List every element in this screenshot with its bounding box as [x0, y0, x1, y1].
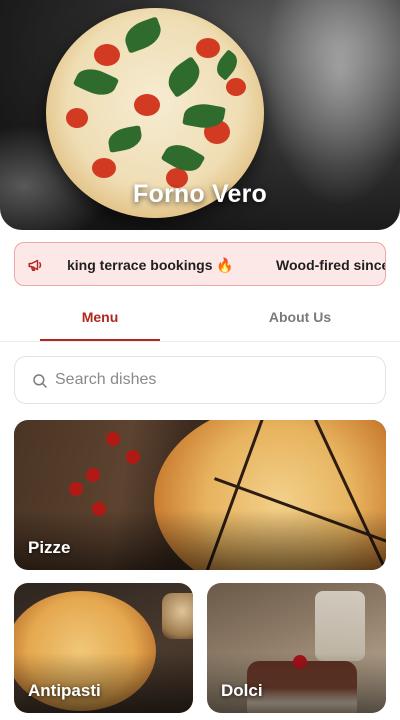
dolci-image	[315, 591, 365, 661]
announcement-item: king terrace bookings 🔥	[67, 257, 234, 273]
active-tab-indicator	[40, 339, 160, 341]
category-card-dolci[interactable]: Dolci	[207, 583, 386, 713]
category-title: Dolci	[221, 681, 263, 700]
category-card-pizze[interactable]: Pizze	[14, 420, 386, 570]
tab-about-us[interactable]: About Us	[200, 294, 400, 341]
restaurant-name: Forno Vero	[133, 180, 267, 208]
announcement-item: Wood-fired since	[276, 257, 386, 273]
megaphone-icon	[28, 259, 42, 271]
search-input[interactable]	[55, 365, 375, 395]
search-bar[interactable]	[14, 356, 386, 404]
tab-menu[interactable]: Menu	[0, 294, 200, 341]
hero-banner: Forno Vero	[0, 0, 400, 230]
search-icon	[33, 374, 47, 388]
category-title: Pizze	[28, 538, 71, 557]
tab-bar: Menu About Us	[0, 294, 400, 342]
category-card-antipasti[interactable]: Antipasti	[14, 583, 193, 713]
announcement-track: king terrace bookings 🔥 Wood-fired since	[67, 243, 385, 285]
announcement-banner[interactable]: king terrace bookings 🔥 Wood-fired since	[14, 242, 386, 286]
category-title: Antipasti	[28, 681, 101, 700]
